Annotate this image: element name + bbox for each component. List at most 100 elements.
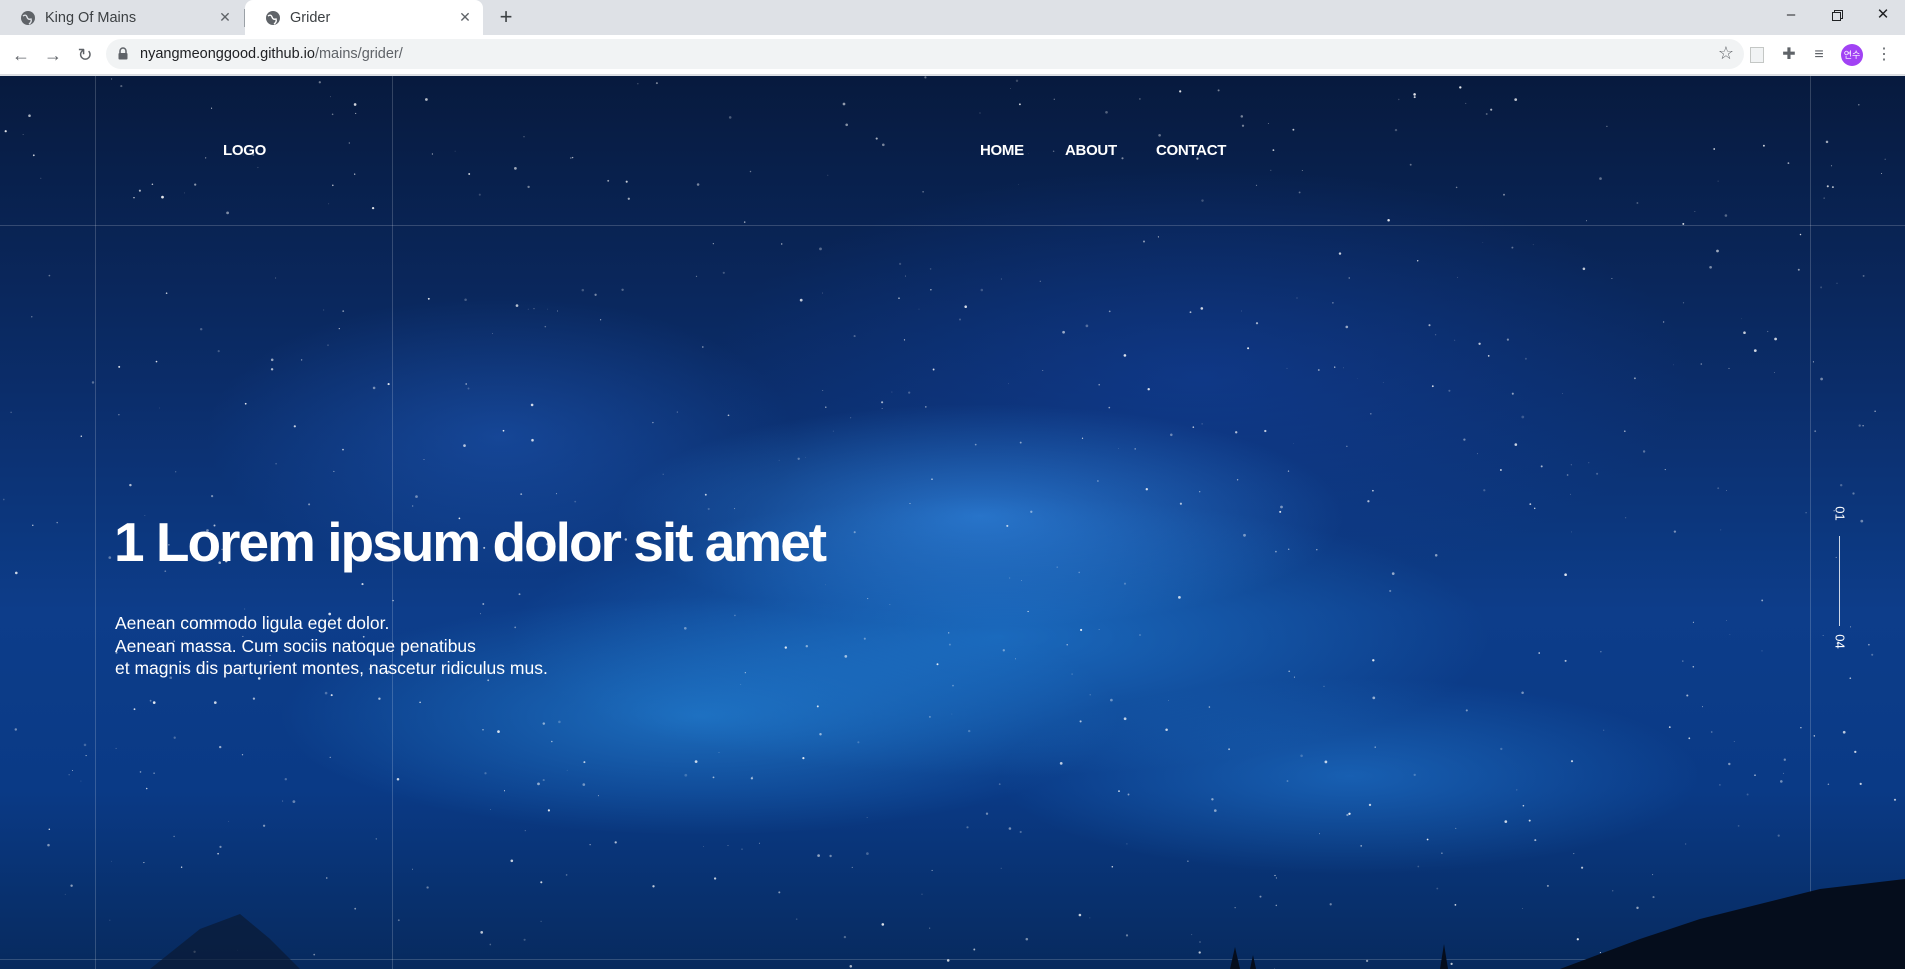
star [1391, 572, 1395, 575]
tab-grider[interactable]: Grider ✕ [245, 0, 483, 35]
star [1477, 453, 1478, 455]
close-tab-icon[interactable]: ✕ [457, 9, 473, 25]
star [1428, 324, 1431, 327]
nav-home[interactable]: HOME [980, 142, 1024, 159]
star [1729, 634, 1731, 635]
nav-contact[interactable]: CONTACT [1156, 142, 1226, 159]
star [1247, 347, 1250, 350]
site-logo[interactable]: LOGO [223, 142, 266, 159]
star [40, 177, 42, 179]
star [1042, 370, 1044, 371]
star [490, 809, 491, 810]
star [503, 790, 506, 792]
star [1098, 383, 1100, 386]
new-tab-button[interactable]: + [494, 6, 518, 30]
star [556, 493, 557, 495]
star [822, 390, 824, 391]
star [1777, 834, 1780, 837]
star [1701, 706, 1703, 708]
star [695, 275, 698, 278]
star [327, 344, 329, 346]
star [1482, 242, 1484, 244]
star [594, 293, 597, 296]
star [1662, 321, 1665, 323]
star [1454, 339, 1456, 341]
star [903, 339, 906, 341]
star [14, 571, 18, 575]
star [28, 114, 31, 117]
tab-king-of-mains[interactable]: King Of Mains ✕ [0, 0, 243, 35]
back-arrow-icon[interactable]: ← [9, 43, 33, 67]
star [853, 335, 856, 338]
address-bar[interactable]: nyangmeonggood.github.io/mains/grider/ ☆ [106, 39, 1744, 69]
star [199, 327, 203, 331]
star [1521, 415, 1525, 419]
star [985, 812, 989, 815]
star [1316, 548, 1318, 551]
star [331, 113, 334, 116]
star [1582, 267, 1586, 271]
star [129, 483, 132, 487]
star [998, 783, 1001, 786]
star [342, 310, 345, 312]
star [1478, 342, 1481, 345]
restore-button[interactable] [1814, 0, 1860, 32]
star [1459, 86, 1462, 89]
bookmark-star-icon[interactable]: ☆ [1718, 43, 1734, 64]
star [1465, 102, 1467, 104]
star [252, 697, 256, 700]
star [108, 556, 112, 559]
star [589, 844, 591, 846]
minimize-button[interactable]: – [1768, 0, 1814, 32]
star [1123, 354, 1127, 357]
star [1334, 366, 1336, 368]
star [1633, 377, 1636, 380]
star [282, 800, 284, 802]
forward-arrow-icon[interactable]: → [41, 43, 65, 67]
star [1719, 784, 1721, 786]
nav-about[interactable]: ABOUT [1065, 142, 1117, 159]
star [1389, 589, 1392, 593]
star [211, 107, 213, 109]
star [1208, 706, 1211, 708]
star [805, 456, 807, 458]
star [415, 495, 418, 498]
menu-kebab-icon[interactable]: ⋮ [1872, 43, 1896, 67]
profile-avatar[interactable]: 연수 [1841, 44, 1863, 66]
url-text: nyangmeonggood.github.io/mains/grider/ [140, 46, 403, 62]
star [375, 838, 377, 840]
star [832, 430, 834, 432]
slide-pager[interactable]: 01 04 [1826, 506, 1854, 656]
star [1413, 96, 1416, 99]
close-window-button[interactable]: ✕ [1860, 0, 1905, 32]
star [614, 841, 617, 844]
star [1189, 311, 1192, 314]
star [918, 308, 920, 310]
star [1346, 813, 1349, 817]
star [853, 531, 856, 534]
star [10, 411, 12, 414]
star [1682, 660, 1684, 662]
star [412, 505, 414, 507]
star [1761, 650, 1763, 652]
star [159, 407, 161, 409]
media-queue-icon[interactable]: ≡ [1807, 43, 1831, 67]
star [881, 401, 884, 404]
star [1688, 737, 1691, 740]
star [211, 495, 214, 498]
star [14, 728, 18, 731]
star [1881, 173, 1883, 174]
star [1118, 790, 1120, 792]
star [1434, 554, 1438, 557]
extension-icon[interactable] [1745, 43, 1769, 67]
star [948, 632, 950, 634]
close-tab-icon[interactable]: ✕ [217, 9, 233, 25]
star [1842, 730, 1846, 734]
reload-icon[interactable]: ↻ [73, 43, 97, 67]
star [582, 783, 586, 786]
star [1387, 219, 1390, 222]
star [1368, 803, 1372, 807]
star [465, 383, 468, 385]
puzzle-extensions-icon[interactable]: ✚ [1777, 43, 1801, 67]
star [1201, 423, 1203, 425]
